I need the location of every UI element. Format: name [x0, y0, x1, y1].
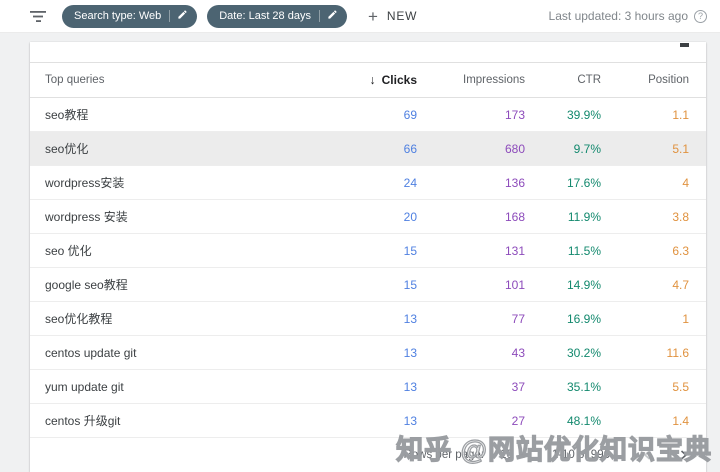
position-cell: 1.1 [672, 107, 689, 122]
table-body: seo教程 69 173 39.9% 1.1 seo优化 66 680 9.7%… [30, 98, 706, 438]
column-header-impressions[interactable]: Impressions [417, 74, 525, 86]
search-type-chip[interactable]: Search type: Web [62, 4, 198, 28]
chip-divider [318, 10, 320, 22]
position-cell: 1.4 [672, 413, 689, 428]
ctr-cell: 11.5% [567, 243, 601, 258]
date-range-chip[interactable]: Date: Last 28 days [207, 4, 347, 28]
pencil-icon[interactable] [177, 9, 188, 23]
query-cell[interactable]: yum update git [45, 380, 327, 394]
help-icon[interactable]: ? [694, 9, 707, 23]
position-cell: 4.7 [672, 277, 689, 292]
table-row[interactable]: seo教程 69 173 39.9% 1.1 [30, 98, 706, 132]
new-button-label: NEW [386, 9, 418, 23]
rows-per-page-label: Rows per page: [403, 449, 485, 461]
query-cell[interactable]: wordpress 安装 [45, 208, 327, 225]
chip-divider [169, 10, 171, 22]
ctr-cell: 30.2% [566, 345, 601, 360]
new-filter-button[interactable]: + NEW [368, 8, 417, 25]
ctr-cell: 35.1% [566, 379, 601, 394]
rows-per-page-value: 10 [500, 449, 513, 461]
clicks-cell: 69 [403, 107, 417, 122]
position-cell: 5.5 [672, 379, 689, 394]
position-cell: 1 [682, 311, 689, 326]
chevron-down-icon [519, 454, 528, 458]
position-cell: 6.3 [672, 243, 689, 258]
pagination-range: 1-10 of 996 [551, 449, 610, 461]
table-row[interactable]: seo优化 66 680 9.7% 5.1 [30, 132, 706, 166]
clicks-header-label: Clicks [381, 73, 417, 87]
filter-icon[interactable] [30, 10, 47, 23]
impressions-cell: 101 [504, 277, 525, 292]
position-cell: 4 [682, 175, 689, 190]
position-cell: 11.6 [666, 345, 689, 360]
table-row[interactable]: centos update git 13 43 30.2% 11.6 [30, 336, 706, 370]
impressions-cell: 43 [511, 345, 525, 360]
rows-per-page-select[interactable]: 10 [500, 449, 528, 461]
clicks-cell: 66 [403, 141, 417, 156]
ctr-cell: 17.6% [566, 175, 601, 190]
query-cell[interactable]: seo教程 [45, 106, 327, 123]
impressions-cell: 37 [511, 379, 525, 394]
clicks-cell: 15 [403, 243, 417, 258]
position-cell: 5.1 [672, 141, 689, 156]
clicks-cell: 13 [403, 345, 417, 360]
impressions-cell: 168 [504, 209, 525, 224]
toolbar: Search type: Web Date: Last 28 days + NE… [0, 0, 720, 33]
impressions-cell: 680 [504, 141, 525, 156]
table-row[interactable]: seo 优化 15 131 11.5% 6.3 [30, 234, 706, 268]
date-range-chip-label: Date: Last 28 days [219, 9, 311, 22]
pencil-icon[interactable] [327, 9, 338, 23]
column-header-position[interactable]: Position [601, 74, 689, 86]
ctr-cell: 9.7% [573, 141, 601, 156]
ctr-cell: 16.9% [566, 311, 601, 326]
pagination-bar: Rows per page: 10 1-10 of 996 [30, 438, 706, 472]
table-row[interactable]: google seo教程 15 101 14.9% 4.7 [30, 268, 706, 302]
column-header-ctr[interactable]: CTR [525, 74, 601, 86]
clicks-cell: 13 [403, 379, 417, 394]
clicks-cell: 13 [403, 413, 417, 428]
column-header-top-queries[interactable]: Top queries [45, 74, 327, 86]
query-cell[interactable]: centos update git [45, 346, 327, 360]
table-row[interactable]: wordpress 安装 20 168 11.9% 3.8 [30, 200, 706, 234]
impressions-cell: 131 [504, 243, 525, 258]
ctr-cell: 39.9% [566, 107, 601, 122]
ctr-cell: 11.9% [567, 209, 601, 224]
table-header-row: Top queries ↓ Clicks Impressions CTR Posi… [30, 62, 706, 98]
column-header-clicks[interactable]: ↓ Clicks [327, 73, 417, 87]
query-cell[interactable]: seo 优化 [45, 242, 327, 259]
table-row[interactable]: yum update git 13 37 35.1% 5.5 [30, 370, 706, 404]
queries-table-card: Top queries ↓ Clicks Impressions CTR Posi… [30, 42, 706, 472]
cropped-toolbar-icon [680, 43, 689, 47]
ctr-cell: 14.9% [566, 277, 601, 292]
clicks-cell: 15 [403, 277, 417, 292]
query-cell[interactable]: seo优化教程 [45, 310, 327, 327]
clicks-cell: 20 [403, 209, 417, 224]
clicks-cell: 13 [403, 311, 417, 326]
sort-descending-icon: ↓ [369, 73, 376, 87]
table-row[interactable]: seo优化教程 13 77 16.9% 1 [30, 302, 706, 336]
query-cell[interactable]: seo优化 [45, 140, 327, 157]
table-row[interactable]: wordpress安装 24 136 17.6% 4 [30, 166, 706, 200]
search-type-chip-label: Search type: Web [74, 9, 162, 22]
last-updated: Last updated: 3 hours ago ? [549, 9, 720, 23]
previous-page-button[interactable] [638, 446, 656, 464]
next-page-button[interactable] [674, 446, 692, 464]
query-cell[interactable]: google seo教程 [45, 276, 327, 293]
ctr-cell: 48.1% [566, 413, 601, 428]
clicks-cell: 24 [403, 175, 417, 190]
impressions-cell: 136 [504, 175, 525, 190]
plus-icon: + [367, 6, 378, 26]
last-updated-text: Last updated: 3 hours ago [548, 9, 688, 23]
impressions-cell: 27 [511, 413, 525, 428]
table-row[interactable]: centos 升级git 13 27 48.1% 1.4 [30, 404, 706, 438]
query-cell[interactable]: centos 升级git [45, 412, 327, 429]
impressions-cell: 77 [511, 311, 525, 326]
query-cell[interactable]: wordpress安装 [45, 174, 327, 191]
position-cell: 3.8 [672, 209, 689, 224]
impressions-cell: 173 [504, 107, 525, 122]
